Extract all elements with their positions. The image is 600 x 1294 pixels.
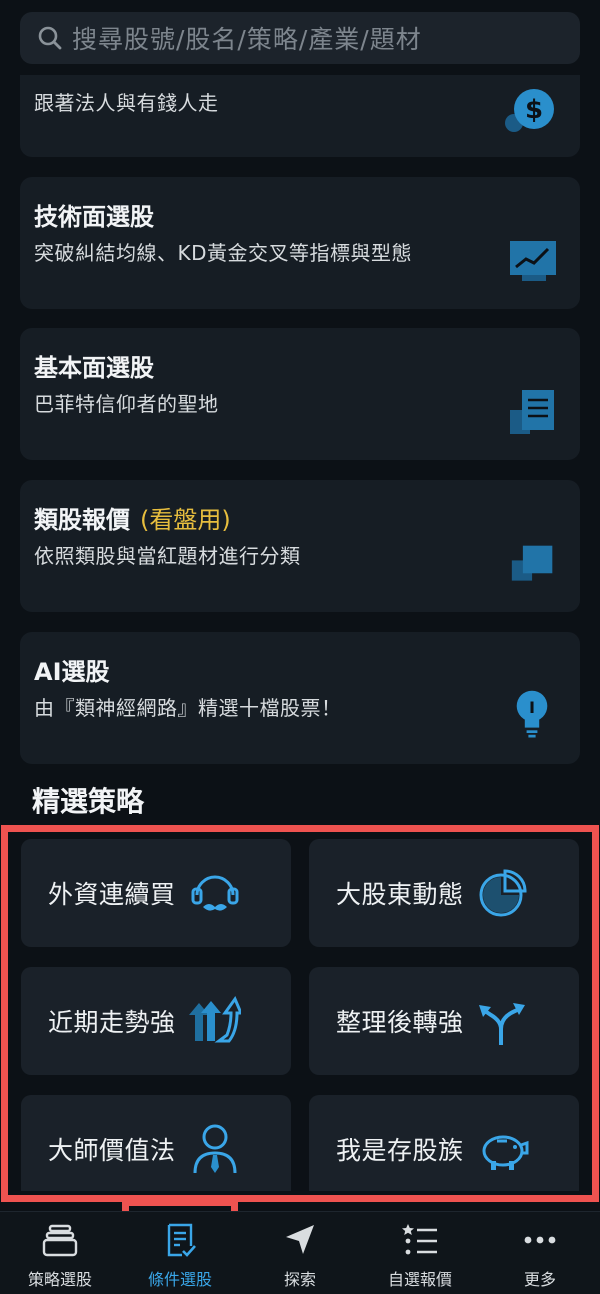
card-subtitle: 依照類股與當紅題材進行分類 [34, 544, 301, 568]
nav-condition-picker[interactable]: 條件選股 [120, 1212, 240, 1294]
card-fundamental[interactable]: 基本面選股 巴菲特信仰者的聖地 [20, 328, 580, 460]
card-sector-quotes[interactable]: 類股報價 (看盤用) 依照類股與當紅題材進行分類 [20, 480, 580, 612]
card-title: 基本面選股 [34, 354, 154, 382]
bottom-nav: 策略選股 條件選股 探索 自選報價 更多 [0, 1211, 600, 1294]
card-title: 類股報價 (看盤用) [34, 500, 231, 535]
card-institutional[interactable]: 跟著法人與有錢人走 $ [20, 75, 580, 157]
dollar-coin-icon: $ [505, 89, 554, 132]
nav-explore[interactable]: 探索 [240, 1212, 360, 1294]
checklist-icon [167, 1223, 196, 1257]
lightbulb-icon: I [516, 690, 548, 738]
search-placeholder: 搜尋股號/股名/策略/產業/題材 [72, 25, 422, 54]
card-subtitle: 巴菲特信仰者的聖地 [34, 392, 219, 416]
svg-text:I: I [529, 698, 535, 717]
card-ai-stock[interactable]: AI選股 由『類神經網路』精選十檔股票！ I [20, 632, 580, 764]
navigation-arrow-icon [286, 1225, 314, 1254]
nav-more[interactable]: 更多 [480, 1212, 600, 1294]
nav-label: 策略選股 [27, 1270, 92, 1289]
search-bar[interactable]: 搜尋股號/股名/策略/產業/題材 [20, 12, 580, 64]
search-icon [38, 26, 62, 50]
nav-label: 條件選股 [147, 1270, 212, 1289]
card-title: AI選股 [34, 658, 110, 686]
nav-strategy-picker[interactable]: 策略選股 [0, 1212, 120, 1294]
highlight-box-strategies [1, 825, 599, 1202]
card-subtitle: 突破糾結均線、KD黃金交叉等指標與型態 [34, 241, 413, 265]
svg-text:$: $ [525, 95, 543, 125]
nav-watchlist[interactable]: 自選報價 [360, 1212, 480, 1294]
card-title-highlight: (看盤用) [140, 506, 231, 534]
document-icon [510, 390, 554, 434]
card-subtitle: 跟著法人與有錢人走 [34, 91, 219, 115]
card-title-text: 類股報價 [34, 506, 130, 534]
nav-label: 更多 [523, 1270, 556, 1289]
section-title: 精選策略 [32, 785, 145, 818]
line-chart-icon [510, 241, 556, 281]
more-dots-icon [524, 1236, 556, 1244]
card-technical[interactable]: 技術面選股 突破糾結均線、KD黃金交叉等指標與型態 [20, 177, 580, 309]
stack-icon [42, 1224, 78, 1257]
card-title: 技術面選股 [34, 203, 154, 231]
card-subtitle: 由『類神經網路』精選十檔股票！ [34, 696, 342, 720]
stacked-squares-icon [511, 545, 553, 581]
nav-label: 探索 [283, 1270, 316, 1289]
nav-label: 自選報價 [387, 1270, 452, 1289]
star-list-icon [402, 1224, 437, 1255]
